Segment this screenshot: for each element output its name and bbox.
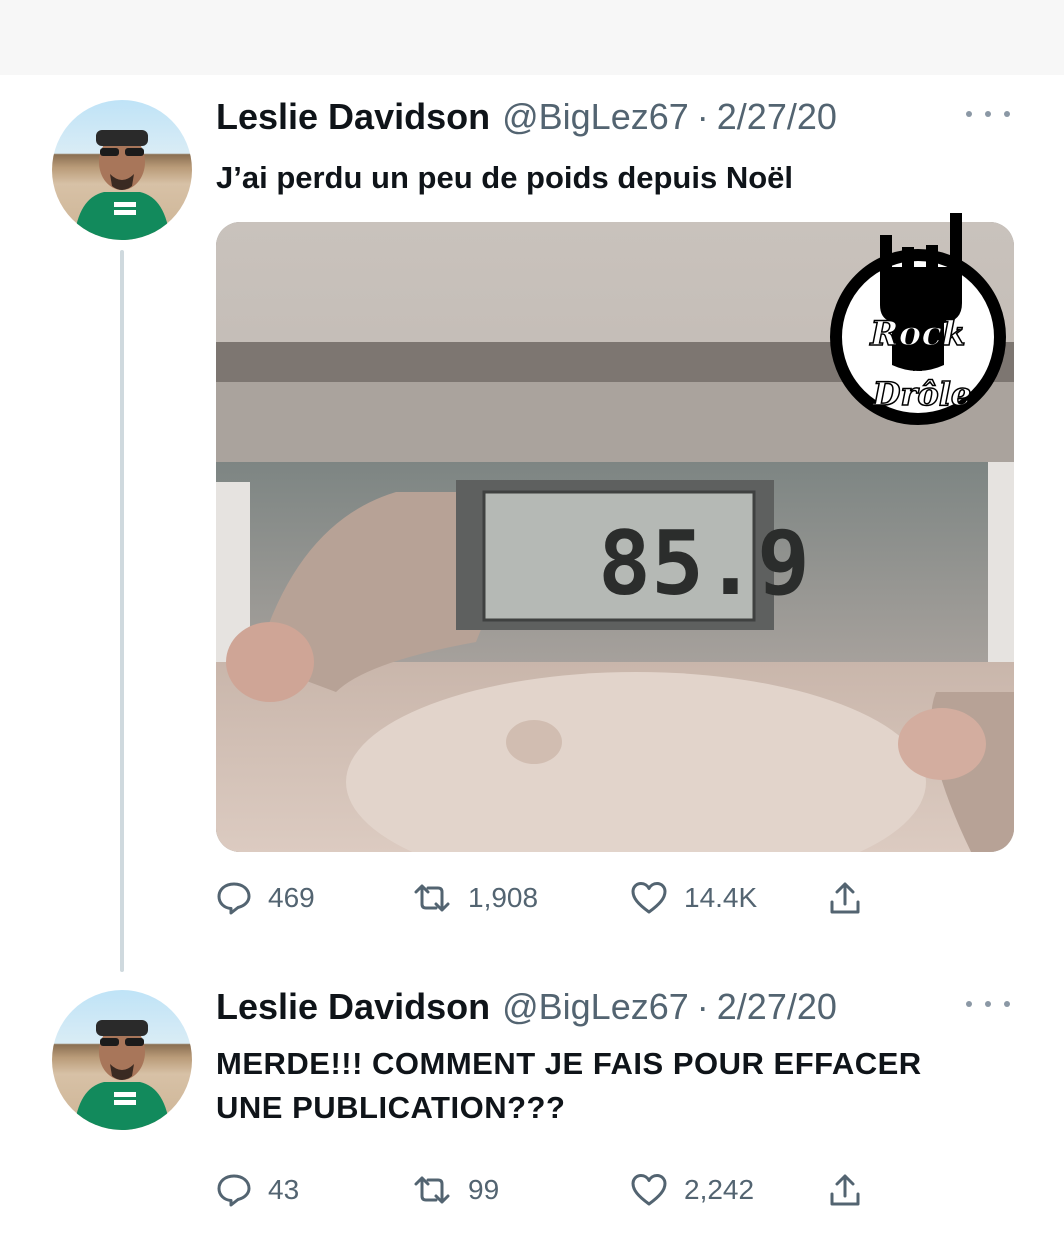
share-button[interactable] [828, 876, 878, 920]
scale-display-reading: 85.9 [598, 512, 810, 615]
avatar-photo [74, 130, 170, 240]
heart-icon [631, 882, 667, 914]
like-count: 2,242 [684, 1174, 755, 1205]
tweet-text: J’ai perdu un peu de poids depuis Noël [216, 160, 794, 195]
share-upload-icon [830, 882, 860, 914]
separator-dot: · [696, 96, 709, 137]
retweet-button[interactable]: 1,908 [412, 876, 538, 920]
author-name[interactable]: Leslie Davidson [216, 92, 490, 142]
like-button[interactable]: 2,242 [630, 1168, 754, 1212]
thread-connector-line [120, 250, 124, 972]
retweet-count: 1,908 [468, 882, 539, 913]
tweet-text-line-1: MERDE!!! COMMENT JE FAIS POUR EFFACER [216, 1046, 922, 1081]
retweet-arrows-icon [414, 884, 450, 912]
reply-button[interactable]: 469 [216, 876, 315, 920]
share-button[interactable] [828, 1168, 878, 1212]
retweet-arrows-icon [414, 1176, 450, 1204]
speech-bubble-icon [217, 1174, 251, 1207]
avatar-photo [74, 1020, 170, 1130]
tweet-actions: 469 1,908 14.4K [216, 876, 916, 920]
retweet-button[interactable]: 99 [412, 1168, 499, 1212]
rock-hand-logo-icon: Rock n' Drôle [830, 213, 1006, 425]
tweet-date[interactable]: 2/27/20 [717, 982, 837, 1032]
more-dots-icon[interactable] [966, 994, 1010, 1014]
author-handle[interactable]: @BigLez67 [502, 982, 689, 1032]
speech-bubble-icon [217, 882, 251, 915]
rock-n-drole-watermark: Rock n' Drôle [826, 205, 1010, 435]
logo-text-drole: Drôle [872, 375, 971, 413]
share-upload-icon [830, 1174, 860, 1206]
author-handle[interactable]: @BigLez67 [502, 92, 689, 142]
top-band [0, 0, 1064, 75]
separator-dot: · [696, 986, 709, 1027]
tweet-date[interactable]: 2/27/20 [717, 92, 837, 142]
like-count: 14.4K [684, 882, 758, 913]
author-name[interactable]: Leslie Davidson [216, 982, 490, 1032]
like-button[interactable]: 14.4K [630, 876, 757, 920]
retweet-count: 99 [468, 1174, 500, 1205]
logo-text-n: n' [912, 355, 929, 376]
tweet-header: Leslie Davidson @BigLez67 · 2/27/20 [216, 982, 837, 1032]
logo-text-rock: Rock [869, 314, 965, 354]
reply-count: 43 [268, 1174, 300, 1205]
reply-button[interactable]: 43 [216, 1168, 299, 1212]
reply-count: 469 [268, 882, 315, 913]
tweet-header: Leslie Davidson @BigLez67 · 2/27/20 [216, 92, 837, 142]
tweet-text: MERDE!!! COMMENT JE FAIS POUR EFFACER UN… [216, 1042, 1016, 1130]
tweet-text-line-2: UNE PUBLICATION??? [216, 1090, 566, 1125]
more-dots-icon[interactable] [966, 104, 1010, 124]
avatar[interactable] [52, 990, 192, 1130]
heart-icon [631, 1174, 667, 1206]
tweet-actions: 43 99 2,242 [216, 1168, 916, 1212]
avatar[interactable] [52, 100, 192, 240]
